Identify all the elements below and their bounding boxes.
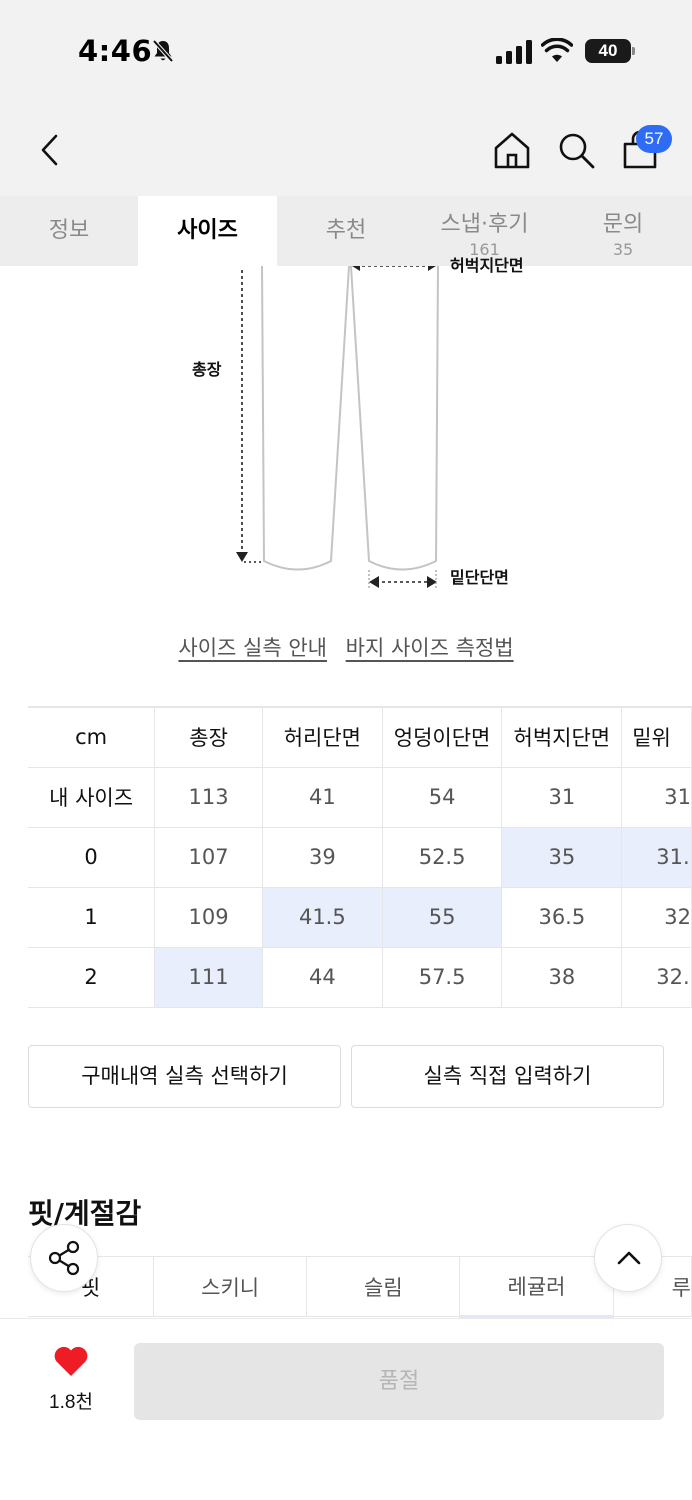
fit-option: 슬림	[306, 1256, 461, 1317]
home-icon[interactable]	[492, 130, 532, 170]
table-row: 2 111 44 57.5 38 32.	[28, 946, 692, 1008]
size-table: cm 총장 허리단면 엉덩이단면 허벅지단면 밑위 내 사이즈 113 41 5…	[28, 706, 692, 1008]
table-cell-highlighted: 35	[501, 826, 623, 888]
header-hip: 엉덩이단면	[381, 706, 503, 768]
row-label-size-1: 1	[28, 886, 156, 948]
tab-inquiry-count: 35	[612, 240, 634, 259]
table-cell: 41	[261, 766, 383, 828]
size-guide-links: 사이즈 실측 안내 바지 사이즈 측정법	[0, 632, 692, 662]
label-hem: 밑단단면	[450, 568, 509, 587]
header-waist: 허리단면	[261, 706, 383, 768]
cellular-signal-icon	[496, 40, 532, 64]
table-row: 0 107 39 52.5 35 31.	[28, 826, 692, 888]
wifi-icon	[541, 38, 573, 62]
table-cell: 38	[501, 946, 623, 1008]
status-bar: 4:46 40	[0, 0, 692, 100]
table-cell: 54	[381, 766, 503, 828]
table-row: 내 사이즈 113 41 54 31 31	[28, 766, 692, 828]
table-cell: 109	[154, 886, 263, 948]
table-cell-highlighted: 31.	[621, 826, 692, 888]
header-rise: 밑위	[621, 706, 692, 768]
top-navigation-bar	[0, 100, 692, 196]
table-cell: 107	[154, 826, 263, 888]
row-label-my-size: 내 사이즈	[28, 766, 156, 828]
table-row: 핏 스키니 슬림 레귤러 루	[28, 1256, 692, 1318]
header-total-length: 총장	[154, 706, 263, 768]
share-icon	[48, 1240, 80, 1276]
table-cell: 39	[261, 826, 383, 888]
bell-muted-icon	[152, 39, 174, 63]
table-cell: 32	[621, 886, 692, 948]
size-guide-link[interactable]: 사이즈 실측 안내	[178, 636, 327, 660]
bottom-purchase-bar: 1.8천 품절	[0, 1318, 692, 1500]
pants-size-diagram: 총장 허벅지단면 밑단단면	[0, 256, 692, 606]
table-cell-highlighted: 55	[381, 886, 503, 948]
table-cell: 36.5	[501, 886, 623, 948]
row-label-size-0: 0	[28, 826, 156, 888]
tab-size[interactable]: 사이즈	[138, 196, 277, 266]
pants-measure-link[interactable]: 바지 사이즈 측정법	[346, 636, 514, 660]
tab-inquiry[interactable]: 문의 35	[554, 196, 692, 266]
back-icon[interactable]	[34, 130, 66, 170]
tab-recommend-label: 추천	[325, 218, 367, 243]
sold-out-button[interactable]: 품절	[134, 1343, 664, 1420]
direct-input-measure-button[interactable]: 실측 직접 입력하기	[351, 1045, 664, 1108]
table-cell-highlighted: 111	[154, 946, 263, 1008]
table-cell: 113	[154, 766, 263, 828]
chevron-up-icon	[617, 1251, 641, 1265]
like-count: 1.8천	[49, 1392, 93, 1413]
table-cell: 31	[501, 766, 623, 828]
header-unit: cm	[28, 706, 156, 768]
fit-option-selected: 레귤러	[459, 1256, 614, 1318]
table-cell: 32.	[621, 946, 692, 1008]
row-label-size-2: 2	[28, 946, 156, 1008]
table-cell: 52.5	[381, 826, 503, 888]
scroll-to-top-button[interactable]	[594, 1224, 662, 1292]
table-cell-highlighted: 41.5	[261, 886, 383, 948]
battery-indicator: 40	[585, 39, 635, 63]
like-button[interactable]: 1.8천	[38, 1345, 104, 1415]
size-table-header: cm 총장 허리단면 엉덩이단면 허벅지단면 밑위	[28, 706, 692, 768]
battery-tip	[632, 47, 635, 55]
purchase-history-measure-button[interactable]: 구매내역 실측 선택하기	[28, 1045, 341, 1108]
tab-info[interactable]: 정보	[0, 196, 138, 266]
battery-level: 40	[585, 39, 631, 63]
tab-reviews-label: 스냅·후기	[440, 212, 529, 237]
fit-option: 스키니	[153, 1256, 308, 1317]
tab-inquiry-label: 문의	[602, 212, 644, 237]
fit-table: 핏 스키니 슬림 레귤러 루	[28, 1256, 692, 1318]
tab-info-label: 정보	[48, 218, 90, 243]
table-cell: 31	[621, 766, 692, 828]
product-tabs: 정보 사이즈 추천 스냅·후기 161 문의 35	[0, 196, 692, 266]
tab-size-label: 사이즈	[177, 218, 238, 243]
label-total-length: 총장	[192, 360, 222, 379]
header-thigh: 허벅지단면	[501, 706, 623, 768]
search-icon[interactable]	[556, 130, 596, 170]
status-time: 4:46	[78, 34, 153, 68]
cart-count-badge: 57	[636, 125, 672, 153]
share-button[interactable]	[30, 1224, 98, 1292]
table-cell: 44	[261, 946, 383, 1008]
heart-icon	[54, 1346, 88, 1376]
tab-recommend[interactable]: 추천	[277, 196, 415, 266]
table-cell: 57.5	[381, 946, 503, 1008]
pants-outline	[236, 261, 439, 588]
table-row: 1 109 41.5 55 36.5 32	[28, 886, 692, 948]
label-thigh: 허벅지단면	[450, 256, 524, 275]
